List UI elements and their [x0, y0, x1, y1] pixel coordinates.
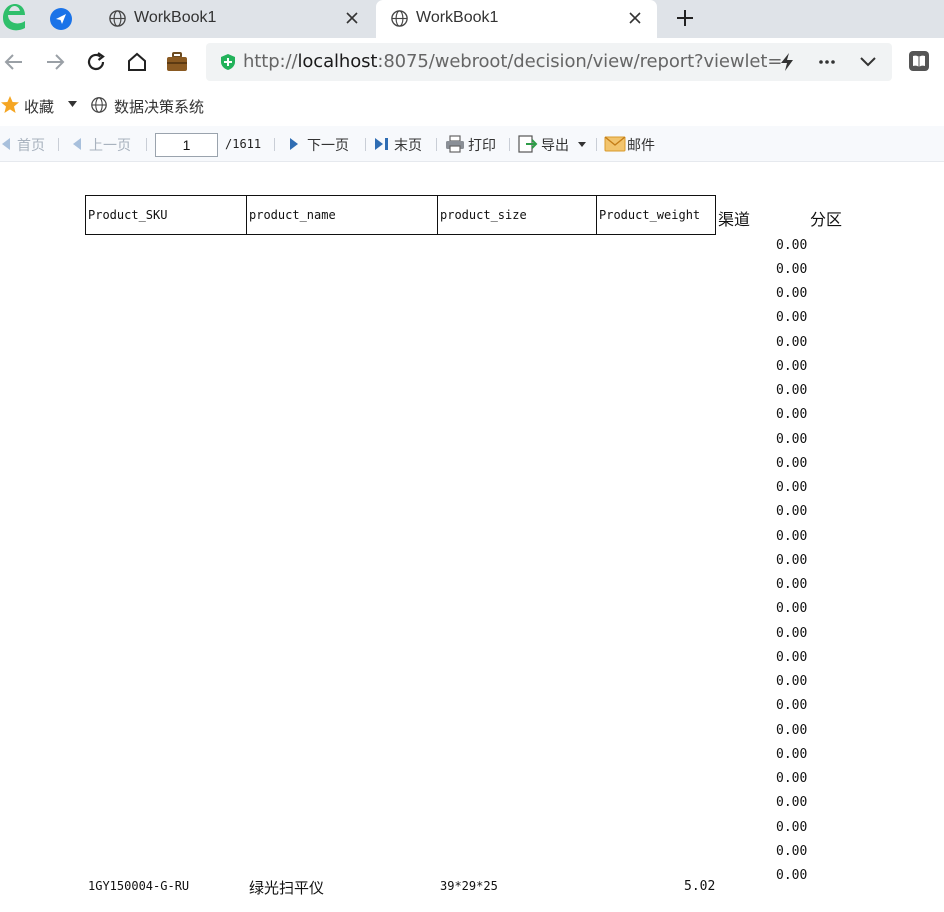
page-number-input[interactable]: [155, 133, 218, 157]
value-cell: 0.00: [776, 310, 808, 325]
globe-icon: [91, 97, 107, 113]
tab-workbook1-inactive[interactable]: WorkBook1: [94, 0, 374, 38]
value-cell: 0.00: [776, 335, 808, 350]
report-content: Product_SKU product_name product_size Pr…: [0, 163, 944, 912]
favorites-label[interactable]: 收藏: [24, 96, 54, 117]
header-row: Product_SKU product_name product_size Pr…: [85, 195, 716, 235]
reading-mode-icon[interactable]: [908, 50, 930, 72]
header-region: 分区: [810, 210, 843, 229]
browser-logo-icon[interactable]: [0, 1, 28, 35]
first-page-icon: [2, 138, 10, 150]
tab-strip: WorkBook1 WorkBook1: [0, 0, 944, 38]
data-cell-name: 绿光扫平仪: [249, 879, 325, 897]
value-cell: 0.00: [776, 456, 808, 471]
value-cell: 0.00: [776, 383, 808, 398]
value-cell: 0.00: [776, 601, 808, 616]
value-cell: 0.00: [776, 723, 808, 738]
data-cell-sku: 1GY150004-G-RU: [88, 879, 190, 893]
value-cell: 0.00: [776, 771, 808, 786]
secure-shield-icon: [221, 54, 235, 70]
url-text[interactable]: http://localhost:8075/webroot/decision/v…: [243, 51, 782, 72]
value-cell: 0.00: [776, 262, 808, 277]
value-cell: 0.00: [776, 820, 808, 835]
home-icon[interactable]: [125, 50, 149, 74]
toolbar-divider: [436, 138, 437, 151]
value-cell: 0.00: [776, 529, 808, 544]
printer-icon: [446, 135, 464, 153]
close-tab-icon[interactable]: [342, 8, 362, 28]
value-cell: 0.00: [776, 747, 808, 762]
value-cell: 0.00: [776, 407, 808, 422]
value-cell: 0.00: [776, 650, 808, 665]
toolbar-divider: [509, 138, 510, 151]
new-tab-plus-icon[interactable]: [673, 6, 697, 30]
navigation-bar: http://localhost:8075/webroot/decision/v…: [0, 38, 944, 86]
value-cell: 0.00: [776, 432, 808, 447]
header-cell-product-weight: Product_weight: [596, 195, 716, 235]
previous-page-icon: [73, 138, 81, 150]
export-button[interactable]: 导出: [541, 135, 569, 155]
previous-page-button[interactable]: 上一页: [89, 135, 131, 155]
value-cell: 0.00: [776, 359, 808, 374]
first-page-button[interactable]: 首页: [17, 135, 45, 155]
next-page-button[interactable]: 下一页: [307, 135, 349, 155]
caret-down-icon[interactable]: [68, 101, 77, 108]
value-cell: 0.00: [776, 868, 808, 883]
data-cell-weight: 5.02: [684, 879, 716, 894]
value-cell: 0.00: [776, 504, 808, 519]
toolbar-divider: [596, 138, 597, 151]
toolbar-divider: [365, 138, 366, 151]
mail-button[interactable]: 邮件: [627, 135, 655, 155]
bookmark-decision-system[interactable]: 数据决策系统: [114, 96, 204, 117]
pinned-tab-navigation-icon[interactable]: [48, 6, 74, 32]
tab-title: WorkBook1: [134, 9, 217, 26]
mail-envelope-icon: [604, 136, 626, 152]
header-cell-product-size: product_size: [437, 195, 597, 235]
value-cell: 0.00: [776, 626, 808, 641]
close-tab-icon[interactable]: [625, 8, 645, 28]
value-cell: 0.00: [776, 795, 808, 810]
star-icon[interactable]: [0, 95, 20, 115]
tab-workbook1-active[interactable]: WorkBook1: [376, 0, 657, 38]
header-cell-product-sku: Product_SKU: [85, 195, 247, 235]
chevron-down-icon[interactable]: [857, 52, 879, 72]
header-channel: 渠道: [718, 210, 751, 229]
address-bar[interactable]: http://localhost:8075/webroot/decision/v…: [206, 43, 892, 81]
caret-down-icon[interactable]: [578, 142, 586, 147]
forward-arrow-icon[interactable]: [43, 50, 67, 74]
data-cell-size: 39*29*25: [440, 879, 498, 893]
export-icon: [518, 135, 538, 153]
globe-icon: [391, 10, 408, 27]
tab-title: WorkBook1: [416, 9, 499, 26]
lightning-icon[interactable]: [776, 52, 798, 72]
globe-icon: [109, 10, 126, 27]
back-arrow-icon[interactable]: [2, 50, 26, 74]
value-cell: 0.00: [776, 698, 808, 713]
value-cell: 0.00: [776, 553, 808, 568]
page-total: /1611: [225, 137, 262, 151]
report-toolbar: 首页 上一页 /1611 下一页 末页 打印 导出 邮件: [0, 126, 944, 162]
value-cell: 0.00: [776, 286, 808, 301]
value-cell: 0.00: [776, 480, 808, 495]
header-cell-product-name: product_name: [246, 195, 438, 235]
bookmarks-bar: 收藏 数据决策系统: [0, 86, 944, 124]
toolbar-divider: [58, 138, 59, 151]
report-header-table: Product_SKU product_name product_size Pr…: [85, 195, 716, 235]
reload-icon[interactable]: [84, 50, 108, 74]
toolbar-divider: [146, 138, 147, 151]
briefcase-icon[interactable]: [165, 50, 189, 74]
value-cell: 0.00: [776, 238, 808, 253]
last-page-button[interactable]: 末页: [394, 135, 422, 155]
value-cell: 0.00: [776, 577, 808, 592]
more-options-icon[interactable]: [816, 52, 838, 72]
last-page-icon: [375, 138, 388, 150]
next-page-icon: [290, 138, 298, 150]
print-button[interactable]: 打印: [468, 135, 496, 155]
value-cell: 0.00: [776, 844, 808, 859]
toolbar-divider: [274, 138, 275, 151]
value-cell: 0.00: [776, 674, 808, 689]
